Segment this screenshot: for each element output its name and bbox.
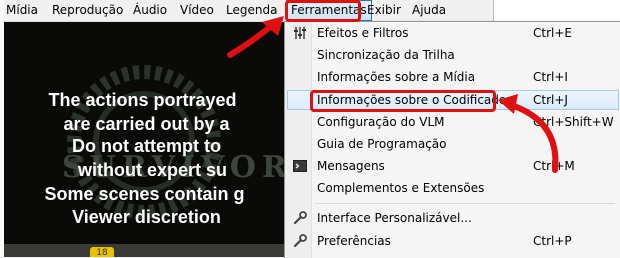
menu-audio[interactable]: Áudio <box>129 0 171 21</box>
wrench-icon <box>293 211 307 225</box>
menu-item-label: Configuração do VLM <box>317 115 445 129</box>
annotation-box-codificador <box>310 90 496 112</box>
menu-item-label: Efeitos e Filtros <box>317 26 409 40</box>
video-text-line: Viewer discretion <box>72 207 221 227</box>
video-text-line: Do not attempt to <box>72 136 221 156</box>
video-bottom-bar <box>4 244 285 257</box>
tools-dropdown-menu: Efeitos e Filtros Ctrl+E Sincronização d… <box>284 21 620 258</box>
menu-item-shortcut: Ctrl+Shift+W <box>533 115 614 129</box>
video-text-line: Some scenes contain g <box>44 184 245 204</box>
desktop-background <box>494 0 620 21</box>
menu-item-label: Mensagens <box>317 159 385 173</box>
menu-item-complementos[interactable]: Complementos e Extensões <box>287 178 617 198</box>
terminal-icon <box>293 160 307 172</box>
menu-item-sincronizacao[interactable]: Sincronização da Trilha <box>287 45 617 65</box>
menu-legenda[interactable]: Legenda <box>222 0 281 21</box>
menu-video[interactable]: Vídeo <box>176 0 218 21</box>
menu-item-guia-programacao[interactable]: Guia de Programação <box>287 134 617 154</box>
menu-item-label: Guia de Programação <box>317 137 447 151</box>
menu-item-shortcut: Ctrl+I <box>533 70 568 84</box>
menu-item-shortcut: Ctrl+J <box>533 93 568 107</box>
menu-item-mensagens[interactable]: Mensagens Ctrl+M <box>287 156 617 176</box>
menu-item-label: Complementos e Extensões <box>317 181 485 195</box>
menu-reproducao[interactable]: Reprodução <box>48 0 127 21</box>
menu-item-shortcut: Ctrl+M <box>533 159 575 173</box>
menu-item-shortcut: Ctrl+P <box>533 234 572 248</box>
menu-midia[interactable]: Mídia <box>2 0 42 21</box>
rating-badge: 18 <box>90 247 114 257</box>
menu-item-label: Preferências <box>317 234 391 248</box>
menu-item-label: Informações sobre a Mídia <box>317 70 476 84</box>
menu-item-preferencias[interactable]: Preferências Ctrl+P <box>287 231 617 251</box>
annotation-box-ferramentas <box>285 0 361 22</box>
menu-item-label: Interface Personalizável... <box>317 211 472 225</box>
video-text-line: The actions portrayed <box>48 90 237 110</box>
sliders-icon <box>294 27 306 39</box>
video-text-line: are carried out by a <box>63 114 230 134</box>
menu-ajuda[interactable]: Ajuda <box>408 0 450 21</box>
menu-exibir[interactable]: Exibir <box>363 0 405 21</box>
menu-item-info-midia[interactable]: Informações sobre a Mídia Ctrl+I <box>287 67 617 87</box>
menu-separator <box>315 203 615 204</box>
menu-item-efeitos-filtros[interactable]: Efeitos e Filtros Ctrl+E <box>287 23 617 43</box>
menu-item-shortcut: Ctrl+E <box>533 26 572 40</box>
menu-item-configuracao-vlm[interactable]: Configuração do VLM Ctrl+Shift+W <box>287 112 617 132</box>
video-display[interactable]: SURVIVOR The actions portrayed are carri… <box>4 22 285 257</box>
wrench-icon <box>293 234 307 248</box>
menu-item-interface-personalizavel[interactable]: Interface Personalizável... <box>287 208 617 228</box>
menu-item-label: Sincronização da Trilha <box>317 48 455 62</box>
video-text-line: without expert su <box>77 160 227 180</box>
